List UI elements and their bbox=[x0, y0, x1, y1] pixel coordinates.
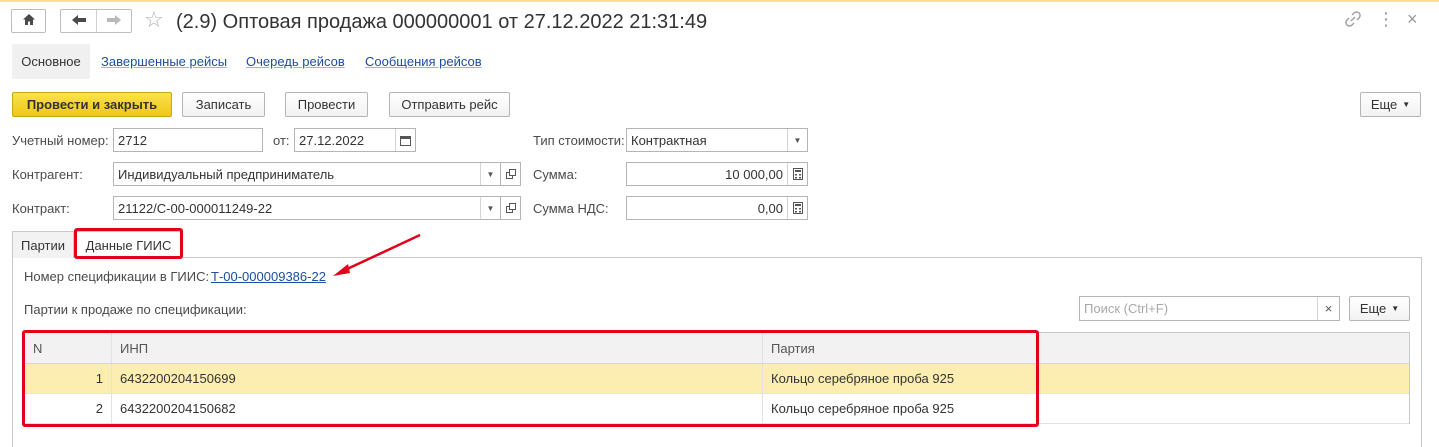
search-placeholder: Поиск (Ctrl+F) bbox=[1084, 301, 1169, 316]
search-input[interactable]: Поиск (Ctrl+F) × bbox=[1079, 296, 1340, 321]
dropdown-arrow-icon: ▼ bbox=[1391, 304, 1400, 313]
clear-search-icon[interactable]: × bbox=[1317, 297, 1339, 320]
spec-number-link[interactable]: Т-00-000009386-22 bbox=[211, 269, 326, 284]
spec-number-label: Номер спецификации в ГИИС: bbox=[24, 269, 210, 284]
table-more-button[interactable]: Еще ▼ bbox=[1349, 296, 1410, 321]
batches-for-sale-label: Партии к продаже по спецификации: bbox=[24, 302, 247, 317]
highlight-box-table bbox=[22, 330, 1039, 427]
table-more-label: Еще bbox=[1359, 301, 1387, 316]
